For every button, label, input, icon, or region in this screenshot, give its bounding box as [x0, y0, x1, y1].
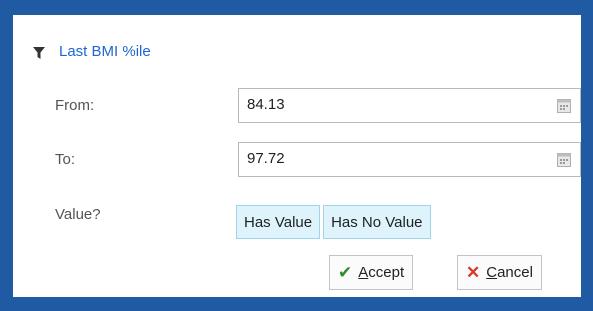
to-label: To:	[55, 151, 76, 168]
value-label: Value?	[55, 206, 101, 223]
accept-button[interactable]: ✔ Accept	[329, 255, 414, 290]
from-label: From:	[55, 97, 95, 114]
calendar-icon[interactable]	[557, 98, 571, 113]
has-value-button[interactable]: Has Value	[236, 205, 321, 239]
x-icon: ✕	[466, 263, 481, 282]
check-icon: ✔	[338, 263, 353, 282]
accept-label: Accept	[358, 264, 405, 281]
filter-icon	[33, 46, 45, 59]
from-input[interactable]	[247, 96, 537, 113]
value-toggle-group: Has Value Has No Value	[236, 205, 431, 239]
has-no-value-button[interactable]: Has No Value	[323, 205, 431, 239]
calendar-icon[interactable]	[557, 152, 571, 167]
to-input[interactable]	[247, 150, 537, 167]
cancel-label: Cancel	[486, 264, 533, 281]
filter-panel: Last BMI %ile From: To: Value? Has Value	[13, 15, 581, 297]
cancel-button[interactable]: ✕ Cancel	[457, 255, 542, 290]
filter-header[interactable]: Last BMI %ile	[33, 43, 151, 60]
filter-title: Last BMI %ile	[59, 43, 151, 60]
from-field[interactable]	[238, 88, 581, 123]
to-field[interactable]	[238, 142, 581, 177]
